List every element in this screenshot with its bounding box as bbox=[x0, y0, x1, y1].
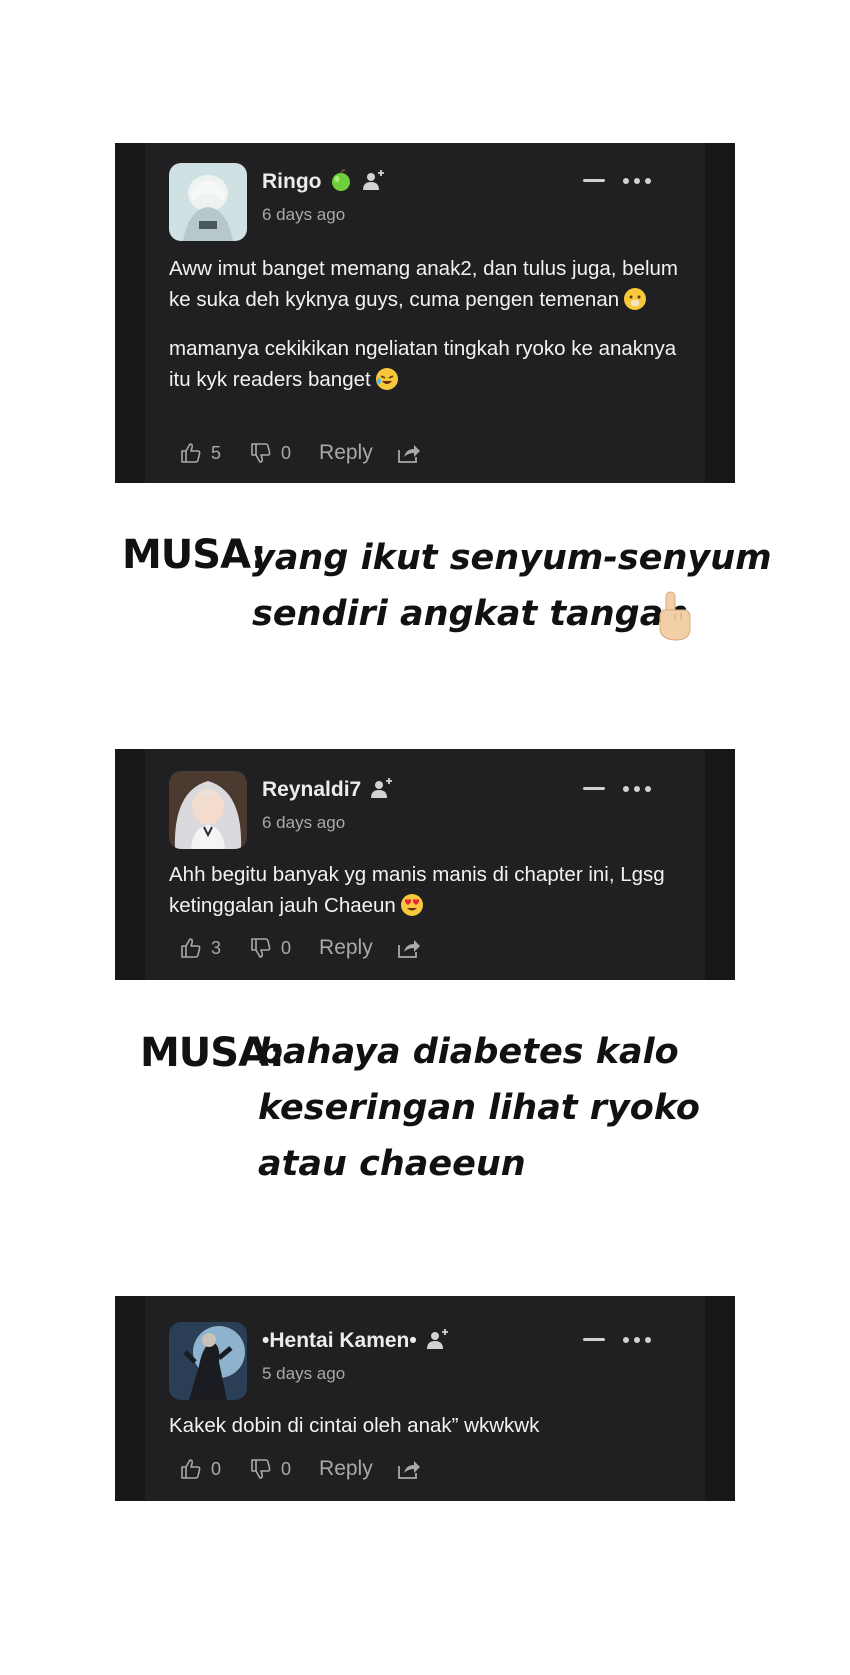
share-icon[interactable] bbox=[397, 442, 421, 464]
thumbs-down-icon bbox=[251, 938, 271, 958]
comment-card: Ringo 6 days ago Aww imut banget memang bbox=[115, 143, 735, 483]
add-user-icon[interactable] bbox=[361, 168, 387, 197]
reply-button[interactable]: Reply bbox=[319, 936, 373, 960]
timestamp: 6 days ago bbox=[262, 205, 346, 224]
timestamp: 5 days ago bbox=[262, 1364, 346, 1383]
rofl-emoji-icon bbox=[375, 367, 399, 391]
dislike-button[interactable]: 0 bbox=[249, 936, 291, 960]
thumbs-up-icon bbox=[181, 938, 201, 958]
like-count: 3 bbox=[211, 937, 222, 958]
thumbs-up-icon bbox=[181, 1459, 201, 1479]
add-user-icon[interactable] bbox=[425, 1327, 451, 1356]
username-row: Reynaldi7 bbox=[262, 775, 395, 805]
username-row: •Hentai Kamen• bbox=[262, 1326, 451, 1356]
thumbs-up-icon bbox=[181, 443, 201, 463]
dislike-button[interactable]: 0 bbox=[249, 441, 291, 465]
like-count: 5 bbox=[211, 442, 222, 463]
musa-line: atau chaeeun bbox=[258, 1144, 526, 1184]
thumbs-down-icon bbox=[251, 443, 271, 463]
pointing-up-hand-icon bbox=[654, 590, 694, 646]
add-user-icon[interactable] bbox=[369, 776, 395, 805]
musa-label: MUSA: bbox=[122, 532, 267, 578]
comment-card-body: Reynaldi7 6 days ago Ahh begitu banyak y… bbox=[145, 749, 705, 980]
reply-button[interactable]: Reply bbox=[319, 441, 373, 465]
dislike-count: 0 bbox=[281, 937, 292, 958]
comment-text: Kakek dobin di cintai oleh anak” wkwkwk bbox=[169, 1410, 695, 1441]
username[interactable]: •Hentai Kamen• bbox=[262, 1329, 417, 1353]
avatar[interactable] bbox=[169, 1322, 247, 1400]
like-count: 0 bbox=[211, 1458, 222, 1479]
musa-line: yang ikut senyum-senyum bbox=[252, 538, 772, 578]
minus-icon[interactable] bbox=[583, 787, 605, 790]
heart-eyes-emoji-icon bbox=[400, 893, 424, 917]
musa-line: keseringan lihat ryoko bbox=[258, 1088, 700, 1128]
dislike-count: 0 bbox=[281, 442, 292, 463]
green-apple-icon bbox=[329, 168, 353, 197]
shy-face-emoji-icon bbox=[623, 287, 647, 311]
comment-actions: 5 0 Reply bbox=[179, 438, 421, 468]
musa-line: sendiri angkat tangan bbox=[252, 594, 689, 634]
avatar[interactable] bbox=[169, 771, 247, 849]
username-row: Ringo bbox=[262, 167, 387, 197]
like-button[interactable]: 0 bbox=[179, 1457, 221, 1481]
comment-card: Reynaldi7 6 days ago Ahh begitu banyak y… bbox=[115, 749, 735, 980]
more-dots-icon[interactable] bbox=[623, 1337, 651, 1343]
comment-text: Aww imut banget memang anak2, dan tulus … bbox=[169, 253, 695, 395]
comment-actions: 0 0 Reply bbox=[179, 1454, 421, 1484]
comment-card: •Hentai Kamen• 5 days ago Kakek dobin di… bbox=[115, 1296, 735, 1501]
dislike-count: 0 bbox=[281, 1458, 292, 1479]
more-dots-icon[interactable] bbox=[623, 178, 651, 184]
comment-paragraph: Aww imut banget memang anak2, dan tulus … bbox=[169, 257, 679, 311]
comment-paragraph: Kakek dobin di cintai oleh anak” wkwkwk bbox=[169, 1414, 540, 1437]
comment-actions: 3 0 Reply bbox=[179, 933, 421, 963]
musa-line: bahaya diabetes kalo bbox=[258, 1032, 679, 1072]
dislike-button[interactable]: 0 bbox=[249, 1457, 291, 1481]
username[interactable]: Ringo bbox=[262, 170, 321, 194]
comment-card-body: •Hentai Kamen• 5 days ago Kakek dobin di… bbox=[145, 1296, 705, 1501]
minus-icon[interactable] bbox=[583, 1338, 605, 1341]
like-button[interactable]: 5 bbox=[179, 441, 221, 465]
reply-button[interactable]: Reply bbox=[319, 1457, 373, 1481]
like-button[interactable]: 3 bbox=[179, 936, 221, 960]
comment-paragraph: mamanya cekikikan ngeliatan tingkah ryok… bbox=[169, 337, 677, 391]
timestamp: 6 days ago bbox=[262, 813, 346, 832]
avatar[interactable] bbox=[169, 163, 247, 241]
comment-card-body: Ringo 6 days ago Aww imut banget memang bbox=[145, 143, 705, 483]
share-icon[interactable] bbox=[397, 1458, 421, 1480]
username[interactable]: Reynaldi7 bbox=[262, 778, 361, 802]
more-dots-icon[interactable] bbox=[623, 786, 651, 792]
share-icon[interactable] bbox=[397, 937, 421, 959]
comment-text: Ahh begitu banyak yg manis manis di chap… bbox=[169, 859, 695, 921]
minus-icon[interactable] bbox=[583, 179, 605, 182]
thumbs-down-icon bbox=[251, 1459, 271, 1479]
